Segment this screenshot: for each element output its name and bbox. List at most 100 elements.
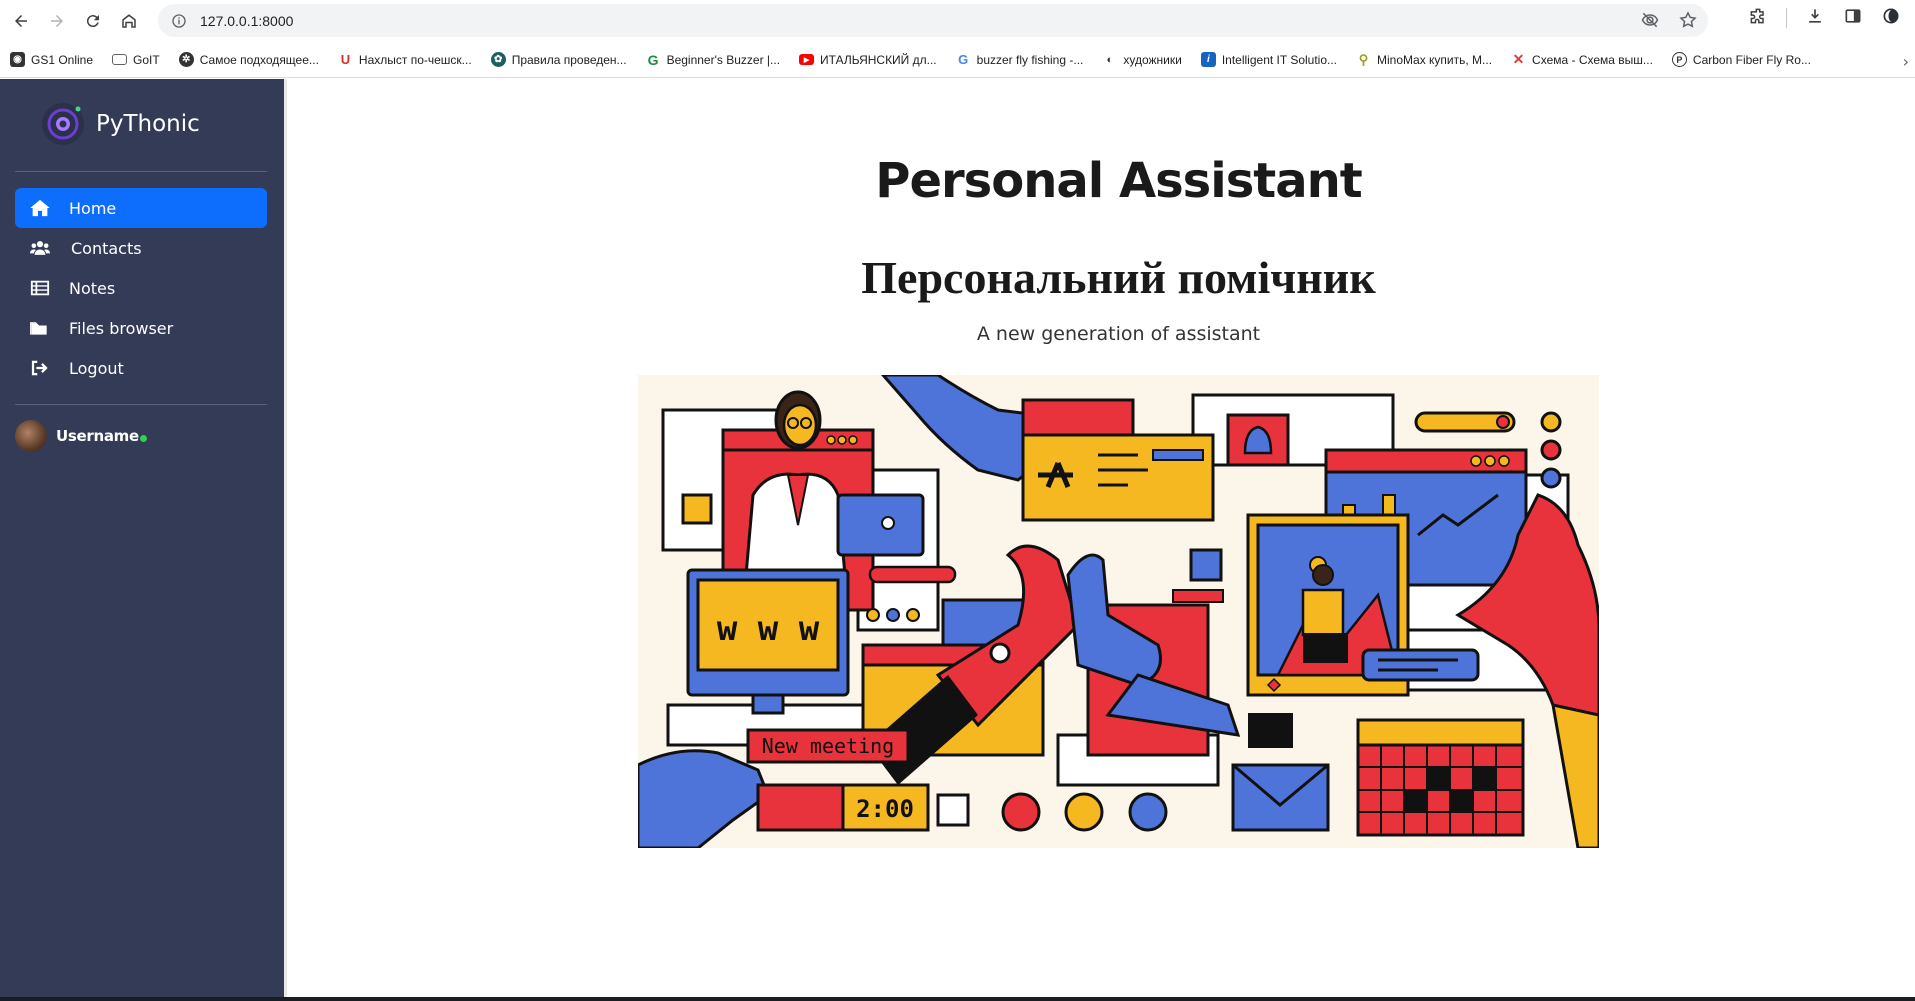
sidebar-item-contacts[interactable]: Contacts [15,228,267,268]
home-icon [29,197,51,219]
sidebar-item-label: Home [69,198,117,218]
gear-icon: ✲ [178,52,194,67]
forward-button[interactable] [42,6,72,36]
download-icon[interactable] [1805,6,1825,30]
logout-icon [29,357,51,379]
avatar [15,420,47,452]
arrow-right-icon [51,15,63,27]
bookmark-label: Нахлыст по-чешск... [358,52,472,67]
user-menu[interactable]: Username [15,420,147,452]
bookmark-label: ИТАЛЬЯНСКИЙ дл... [820,52,937,67]
address-bar[interactable]: 127.0.0.1:8000 [158,4,1708,37]
magnet-icon: U [340,52,351,67]
logo-icon [42,103,84,145]
sidebar-item-label: Contacts [71,238,142,258]
profile-icon[interactable] [1881,6,1901,30]
sidebar-item-files-browser[interactable]: Files browser [15,308,267,348]
page-subtitle: A new generation of assistant [976,323,1261,345]
bookmark-item[interactable]: ▶ ИТАЛЬЯНСКИЙ дл... [799,53,937,67]
folder-icon [29,317,51,339]
bookmark-label: GoIT [133,52,160,67]
new-meeting-tag: New meeting [746,728,910,764]
main-content: Personal Assistant Персональний помічник… [287,79,1915,997]
bookmark-item[interactable]: Gbuzzer fly fishing -... [956,52,1084,67]
monitor: w w w [686,568,850,715]
bookmark-item[interactable]: G Beginner's Buzzer |... [646,51,781,68]
g-icon: G [647,51,659,68]
sidebar-item-logout[interactable]: Logout [15,348,267,388]
microphone-icon [1001,792,1041,832]
back-button[interactable] [6,6,36,36]
page-title: Personal Assistant [875,153,1362,209]
home-button[interactable] [114,6,144,36]
hero-illustration: w w w New meeting 2:00 [638,375,1599,848]
home-icon [122,14,136,28]
eye-off-icon[interactable] [1640,10,1660,34]
browser-toolbar: 127.0.0.1:8000 [0,0,1915,42]
sidebar-panel-icon[interactable] [1843,6,1863,30]
i-icon: i [1200,52,1216,67]
bookmark-label: художники [1123,52,1182,67]
globe-icon: ◉ [10,52,25,67]
bookmark-label: Самое подходящее... [199,52,319,67]
envelope-icon [1231,763,1330,832]
screen-text: w w w [717,609,820,649]
bookmark-item[interactable]: ⚲ MinoMax купить, М... [1356,52,1492,67]
bookmark-item[interactable]: ✕ Схема - Схема выш... [1511,51,1653,67]
x-icon: ✕ [1512,51,1525,67]
bookmark-item[interactable]: ✿ Правила проведен... [490,52,627,67]
sidebar-item-notes[interactable]: Notes [15,268,267,308]
reload-button[interactable] [78,6,108,36]
bookmark-label: GS1 Online [31,52,94,67]
list-icon [29,277,51,299]
bookmark-item[interactable]: ◉ GS1 Online [10,52,93,67]
brand-name: PyThonic [96,111,200,137]
bookmark-label: buzzer fly fishing -... [976,52,1084,67]
timer-text: 2:00 [856,795,914,823]
users-icon [29,237,51,259]
bug-icon: ⚲ [1358,51,1369,67]
bookmark-label: Intelligent IT Solutio... [1221,52,1338,67]
reload-icon [86,15,99,28]
brand[interactable]: PyThonic [40,101,200,147]
sidebar-divider [15,404,267,405]
sidebar-item-label: Files browser [69,318,174,338]
toolbar-divider [1786,8,1787,28]
bookmark-item[interactable]: GoIT [112,53,160,67]
bookmark-item[interactable]: i Intelligent IT Solutio... [1200,52,1338,67]
eye-icon: ◐ [1106,53,1114,66]
phone-icon [1128,792,1168,832]
sidebar-item-home[interactable]: Home [15,188,267,228]
star-icon[interactable] [1678,10,1698,34]
bookmark-item[interactable]: U Нахлыст по-чешск... [338,52,472,67]
bookmark-label: Carbon Fiber Fly Ro... [1692,52,1811,67]
online-status-dot [139,434,147,442]
bookmarks-bar: ◉ GS1 Online GoIT ✲ Самое подходящее... UН… [0,42,1915,78]
sidebar-item-label: Notes [69,278,116,298]
p-icon: P [1671,52,1687,67]
bookmark-item[interactable]: ◐ художники [1102,52,1182,67]
timer-card: 2:00 [756,783,930,832]
chevron-right-icon[interactable]: › [1903,52,1909,71]
youtube-icon: ▶ [799,54,815,65]
bookmark-label: Правила проведен... [511,52,627,67]
sidebar-nav: Home Contacts Notes Files browser Logout [15,188,267,388]
page-title-ukrainian: Персональний помічник [861,252,1376,303]
folder-icon [112,54,128,65]
coffee-icon [1064,792,1104,832]
bottom-edge [0,997,1915,1001]
bookmark-label: Схема - Схема выш... [1532,52,1653,67]
meeting-label: New meeting [762,734,894,758]
bookmark-item[interactable]: P Carbon Fiber Fly Ro... [1671,52,1811,67]
extensions-icon[interactable] [1748,6,1768,30]
google-icon: G [958,52,969,67]
bookmark-label: Beginner's Buzzer |... [666,52,781,67]
bookmark-item[interactable]: ✲ Самое подходящее... [178,52,319,67]
url-text[interactable]: 127.0.0.1:8000 [200,13,293,29]
username: Username [56,427,139,445]
arrow-left-icon [15,15,27,27]
site-info-icon[interactable] [168,10,190,32]
bookmark-label: MinoMax купить, М... [1377,52,1493,67]
calendar-grid [1356,718,1525,837]
leaf-icon: ✿ [490,52,506,67]
